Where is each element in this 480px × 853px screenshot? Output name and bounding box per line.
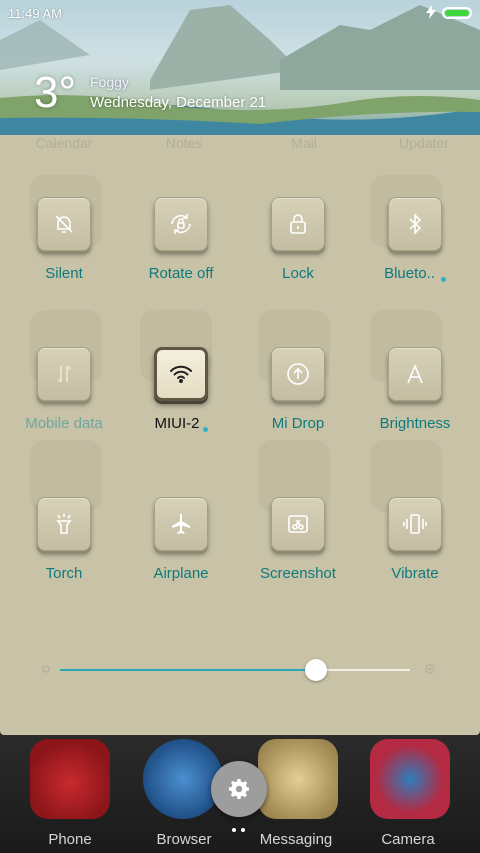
toggle-screenshot[interactable]: Screenshot [238, 497, 358, 607]
brightness-slider-fill [60, 669, 316, 671]
settings-button[interactable] [211, 761, 267, 817]
screenshot-icon [288, 515, 308, 533]
toggle-mi-drop-button[interactable] [271, 347, 325, 401]
toggle-mi-drop[interactable]: Mi Drop [238, 347, 358, 457]
toggle-rotate-button[interactable] [154, 197, 208, 251]
weather-header: 11:49 AM 3° Foggy Wednesday, December 21 [0, 0, 480, 135]
phone-icon[interactable] [30, 739, 110, 819]
toggle-wifi[interactable]: MIUI-2 [121, 347, 241, 457]
status-time: 11:49 AM [8, 5, 62, 21]
toggle-label: Silent [45, 265, 83, 282]
weather-condition: Foggy [90, 74, 129, 90]
mi-drop-icon [287, 363, 309, 385]
lock-icon [290, 214, 306, 234]
brightness-slider[interactable] [60, 659, 410, 681]
toggle-label: Airplane [153, 565, 209, 582]
page-dot-active [232, 828, 236, 832]
toggle-label: Rotate off [148, 265, 214, 282]
more-indicator-dot [202, 427, 208, 432]
toggle-bluetooth-button[interactable] [388, 197, 442, 251]
toggle-label: Torch [45, 565, 83, 582]
toggle-rotate[interactable]: Rotate off [121, 197, 241, 307]
toggle-label: Brightness [379, 415, 451, 432]
browser-icon[interactable] [143, 739, 223, 819]
vibrate-icon [403, 514, 427, 534]
background-app-label: Mail [291, 135, 317, 151]
rotate-lock-icon [171, 214, 191, 234]
toggle-screenshot-button[interactable] [271, 497, 325, 551]
gear-icon [229, 779, 249, 799]
toggle-vibrate[interactable]: Vibrate [355, 497, 475, 607]
silent-bell-icon [55, 215, 73, 233]
dock-label-messaging[interactable]: Messaging [236, 831, 356, 848]
toggle-torch-button[interactable] [37, 497, 91, 551]
camera-icon[interactable] [370, 739, 450, 819]
toggle-lock-button[interactable] [271, 197, 325, 251]
toggle-brightness[interactable]: Brightness [355, 347, 475, 457]
toggle-torch[interactable]: Torch [4, 497, 124, 607]
toggle-silent[interactable]: Silent [4, 197, 124, 307]
battery-fill [445, 10, 469, 16]
brightness-high-icon [425, 664, 435, 674]
dock-label-camera[interactable]: Camera [348, 831, 468, 848]
page-dot [241, 828, 245, 832]
toggle-airplane[interactable]: Airplane [121, 497, 241, 607]
brightness-auto-icon [407, 363, 423, 384]
background-app-label: Updater [399, 135, 449, 151]
weather-date: Wednesday, December 21 [90, 94, 267, 111]
toggle-label: Screenshot [260, 565, 336, 582]
toggle-lock[interactable]: Lock [238, 197, 358, 307]
wifi-icon [170, 365, 192, 383]
toggle-wifi-button[interactable] [154, 347, 208, 401]
toggle-label: Vibrate [391, 565, 439, 582]
toggle-label: Lock [282, 265, 314, 282]
toggle-bluetooth[interactable]: Blueto.. [355, 197, 475, 307]
dock-label-phone[interactable]: Phone [10, 831, 130, 848]
status-bar: 11:49 AM [0, 0, 480, 26]
toggle-label: Blueto.. [384, 265, 446, 282]
more-indicator-dot [440, 277, 446, 282]
toggle-vibrate-button[interactable] [388, 497, 442, 551]
page-indicator [232, 828, 245, 832]
background-app-label: Calendar [35, 135, 93, 151]
mobile-data-icon [57, 365, 71, 383]
battery-icon [442, 7, 472, 19]
background-app-label: Notes [165, 135, 203, 151]
airplane-icon [172, 514, 190, 534]
toggle-label: Mobile data [25, 415, 103, 432]
messaging-icon[interactable] [258, 739, 338, 819]
toggle-mobile-data-button[interactable] [37, 347, 91, 401]
toggle-brightness-button[interactable] [388, 347, 442, 401]
toggle-label: Mi Drop [271, 415, 325, 432]
bluetooth-icon [409, 213, 422, 235]
toggle-label: MIUI-2 [155, 415, 208, 432]
brightness-low-icon [42, 665, 50, 673]
torch-icon [56, 514, 72, 534]
quick-settings-panel: Calendar Notes Mail Updater Silent Rotat… [0, 135, 480, 735]
charging-icon [426, 4, 436, 22]
toggle-airplane-button[interactable] [154, 497, 208, 551]
dock-label-browser[interactable]: Browser [124, 831, 244, 848]
toggle-mobile-data[interactable]: Mobile data [4, 347, 124, 457]
weather-temperature[interactable]: 3° [34, 68, 76, 118]
brightness-slider-thumb[interactable] [304, 659, 327, 681]
toggle-silent-button[interactable] [37, 197, 91, 251]
